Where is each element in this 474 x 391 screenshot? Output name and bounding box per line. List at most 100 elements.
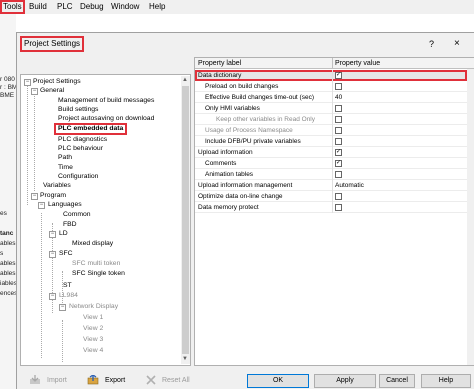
property-row[interactable]: Comments ✓ [195,158,467,169]
collapse-icon[interactable]: − [49,251,56,258]
property-checkbox[interactable] [335,105,342,112]
collapse-icon[interactable]: − [59,304,66,311]
property-row[interactable]: Upload information management Automatic [195,180,467,191]
property-checkbox[interactable]: ✓ [335,72,342,79]
tree-item-st[interactable]: ST [63,282,72,290]
tree-item-plc-behaviour[interactable]: PLC behaviour [58,145,103,153]
tree-item-project-autosaving[interactable]: Project autosaving on download [58,115,154,123]
property-row[interactable]: Data dictionary ✓ [195,70,467,81]
property-row[interactable]: Upload information ✓ [195,147,467,158]
project-settings-dialog: Project Settings ? × − Project Settings … [16,32,474,389]
menu-plc[interactable]: PLC [57,2,73,12]
tree-item-view-1[interactable]: View 1 [83,314,103,322]
tree-item-languages[interactable]: Languages [48,201,82,209]
tree-item-sfc-single-token[interactable]: SFC Single token [72,270,125,278]
property-checkbox[interactable] [335,193,342,200]
close-icon[interactable]: × [454,38,460,49]
menu-debug[interactable]: Debug [80,2,104,12]
tree-item-path[interactable]: Path [58,154,72,162]
property-checkbox[interactable] [335,83,342,90]
tree-item-fbd[interactable]: FBD [63,221,77,229]
export-label: Export [105,377,126,384]
import-button[interactable]: Import [29,374,67,388]
collapse-icon[interactable]: − [49,293,56,300]
tree-item-common[interactable]: Common [63,211,91,219]
tree-item-ll984[interactable]: LL984 [59,292,78,300]
property-label: Effective Build changes time-out (sec) [205,94,314,101]
grid-scrollbar[interactable] [467,69,474,365]
tree-item-network-display[interactable]: Network Display [69,303,118,311]
property-row[interactable]: Include DFB/PU private variables [195,136,467,147]
tree-item-build-settings[interactable]: Build settings [58,106,98,114]
tree-item-program[interactable]: Program [40,192,66,200]
bg-text: ables [0,270,16,277]
tree-item-ld[interactable]: LD [59,230,68,238]
cancel-button[interactable]: Cancel [379,374,415,388]
help-icon[interactable]: ? [429,39,434,49]
property-row[interactable]: Only HMI variables [195,103,467,114]
property-checkbox[interactable]: ✓ [335,160,342,167]
tree-item-time[interactable]: Time [58,164,73,172]
tree-item-project-settings[interactable]: Project Settings [33,78,81,86]
property-value[interactable]: Automatic [335,180,364,191]
collapse-icon[interactable]: − [38,202,45,209]
property-row[interactable]: Data memory protect [195,202,467,213]
reset-all-button[interactable]: Reset All [144,374,190,388]
menu-help[interactable]: Help [149,2,165,12]
column-divider [332,169,333,180]
property-row[interactable]: Preload on build changes [195,81,467,92]
property-label: Upload information [198,149,253,156]
tree-item-plc-embedded-data[interactable]: PLC embedded data [53,123,128,135]
ok-button[interactable]: OK [247,374,309,388]
collapse-icon[interactable]: − [31,88,38,95]
tree-item-general[interactable]: General [40,87,64,95]
column-divider [332,191,333,202]
property-value[interactable]: 40 [335,92,342,103]
bg-text: ences [0,290,18,297]
bg-text: es [0,210,7,217]
tree-item-variables[interactable]: Variables [43,182,71,190]
collapse-icon[interactable]: − [24,79,31,86]
tree-item-build-messages[interactable]: Management of build messages [58,97,154,105]
header-divider[interactable] [332,58,333,69]
property-label: Keep other variables in Read Only [216,116,316,123]
export-button[interactable]: Export [87,374,125,388]
tree-item-view-4[interactable]: View 4 [83,347,103,355]
property-row[interactable]: Keep other variables in Read Only [195,114,467,125]
tree-item-sfc[interactable]: SFC [59,250,73,258]
collapse-icon[interactable]: − [49,231,56,238]
property-row[interactable]: Optimize data on-line change [195,191,467,202]
tree-item-view-3[interactable]: View 3 [83,336,103,344]
property-checkbox[interactable] [335,204,342,211]
property-checkbox[interactable] [335,171,342,178]
bg-text: r 080 [0,76,15,83]
property-row[interactable]: Usage of Process Namespace [195,125,467,136]
tree-scrollbar[interactable]: ▲ ▼ [181,76,190,364]
property-row[interactable]: Animation tables [195,169,467,180]
tree-item-plc-diagnostics[interactable]: PLC diagnostics [58,136,107,144]
menu-window[interactable]: Window [111,2,139,12]
menu-build[interactable]: Build [29,2,47,12]
column-divider [332,92,333,103]
help-button[interactable]: Help [421,374,471,388]
tree-scroll-thumb[interactable] [182,86,189,354]
column-divider [332,136,333,147]
tree-item-mixed-display[interactable]: Mixed display [72,240,113,248]
column-divider [332,158,333,169]
property-label: Data memory protect [198,204,259,211]
property-checkbox[interactable]: ✓ [335,149,342,156]
menu-tools[interactable]: Tools [0,0,25,14]
tree-item-sfc-multi-token[interactable]: SFC multi token [72,260,120,268]
property-checkbox[interactable] [335,116,342,123]
collapse-icon[interactable]: − [31,193,38,200]
tree-item-view-2[interactable]: View 2 [83,325,103,333]
menu-bar: Tools Build PLC Debug Window Help [0,0,474,14]
scroll-up-icon[interactable]: ▲ [182,77,188,83]
bg-text: iables [0,280,17,287]
scroll-down-icon[interactable]: ▼ [182,356,188,362]
property-checkbox[interactable] [335,138,342,145]
tree-item-configuration[interactable]: Configuration [58,173,98,181]
apply-button[interactable]: Apply [314,374,376,388]
property-checkbox[interactable] [335,127,342,134]
property-row[interactable]: Effective Build changes time-out (sec) 40 [195,92,467,103]
